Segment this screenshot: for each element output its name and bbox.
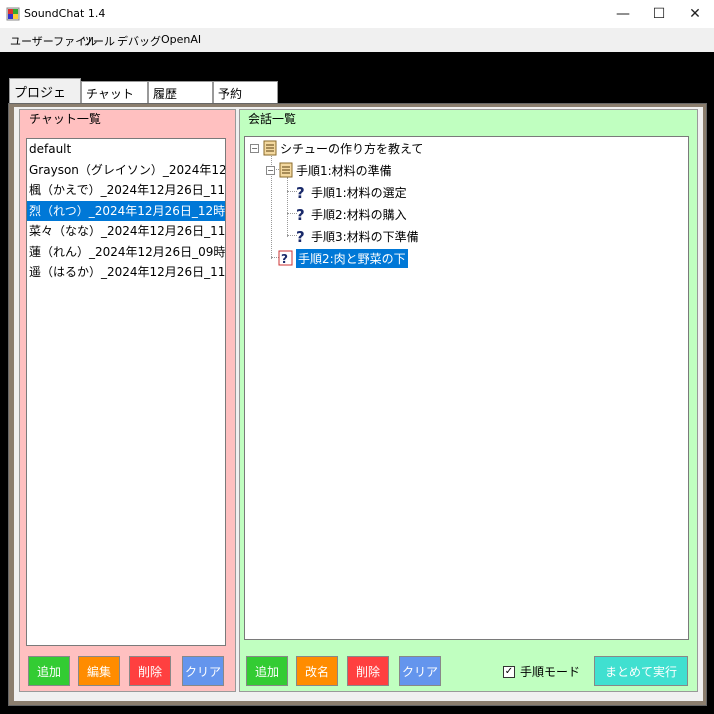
conversation-clear-button[interactable]: クリア — [399, 656, 441, 686]
svg-text:?: ? — [296, 184, 305, 200]
title-bar: SoundChat 1.4 — ☐ ✕ — [0, 0, 714, 28]
conversation-rename-button[interactable]: 改名 — [296, 656, 338, 686]
chat-list-panel: チャット一覧 default Grayson（グレイソン）_2024年12月26… — [19, 109, 236, 692]
list-item[interactable]: 菜々（なな）_2024年12月26日_11時30分 — [27, 221, 225, 242]
collapse-icon[interactable]: − — [266, 165, 275, 175]
minimize-icon: — — [616, 6, 630, 22]
list-item-selected[interactable]: 烈（れつ）_2024年12月26日_12時16分 — [27, 200, 225, 221]
app-icon — [6, 7, 20, 21]
close-icon: ✕ — [689, 6, 701, 22]
tree-node-label: 手順3:材料の下準備 — [311, 229, 419, 244]
chat-add-button[interactable]: 追加 — [28, 656, 70, 686]
svg-text:?: ? — [296, 228, 305, 244]
conversation-tree[interactable]: − シチューの作り方を教えて − 手順1:材料の準備 ? 手順1:材料の選定 ?… — [244, 136, 689, 640]
tab-schedule[interactable]: 予約 — [213, 81, 278, 103]
step-mode-toggle[interactable]: ✓ 手順モード — [503, 663, 580, 680]
tab-history[interactable]: 履歴 — [148, 81, 213, 103]
maximize-button[interactable]: ☐ — [641, 0, 677, 28]
list-item[interactable]: Grayson（グレイソン）_2024年12月26日 — [27, 160, 225, 181]
question-document-icon: ? — [278, 250, 293, 266]
document-icon — [263, 140, 277, 156]
minimize-button[interactable]: — — [605, 0, 641, 28]
question-icon: ? — [296, 206, 305, 222]
tree-node-label: シチューの作り方を教えて — [280, 141, 424, 156]
chat-edit-button[interactable]: 編集 — [78, 656, 120, 686]
maximize-icon: ☐ — [652, 6, 666, 22]
tree-node-label: 手順1:材料の準備 — [296, 163, 392, 178]
tree-node-step2-selected[interactable]: ? 手順2:肉と野菜の下 — [278, 248, 408, 268]
conversation-list-panel: 会話一覧 − シチューの作り方を教えて − 手順1:材料の準備 ? 手順1:材料… — [239, 109, 698, 692]
collapse-icon[interactable]: − — [250, 143, 259, 153]
app-window: SoundChat 1.4 — ☐ ✕ ユーザーファイル ツール デバッグ Op… — [0, 0, 714, 714]
tab-page-project: チャット一覧 default Grayson（グレイソン）_2024年12月26… — [8, 103, 707, 706]
list-item[interactable]: 楓（かえで）_2024年12月26日_11時28分 — [27, 180, 225, 201]
svg-text:?: ? — [281, 252, 288, 266]
tree-node-label: 手順2:材料の購入 — [311, 207, 407, 222]
tree-node-step1-child[interactable]: ? 手順2:材料の購入 — [293, 204, 407, 224]
tab-page-content: チャット一覧 default Grayson（グレイソン）_2024年12月26… — [14, 107, 703, 701]
conversation-list-title: 会話一覧 — [248, 112, 297, 126]
menu-tools[interactable]: ツール — [82, 33, 115, 49]
list-item[interactable]: 遥（はるか）_2024年12月26日_11時25分 — [27, 262, 225, 283]
tab-strip: プロジェクト チャット 履歴 予約 — [0, 78, 714, 120]
tab-chat[interactable]: チャット — [81, 81, 148, 103]
close-button[interactable]: ✕ — [677, 0, 713, 28]
chat-clear-button[interactable]: クリア — [182, 656, 224, 686]
tree-node-step1[interactable]: − 手順1:材料の準備 — [266, 160, 392, 180]
tree-node-step1-child[interactable]: ? 手順3:材料の下準備 — [293, 226, 419, 246]
menu-bar: ユーザーファイル ツール デバッグ OpenAI — [0, 28, 714, 52]
list-item[interactable]: default — [27, 139, 225, 160]
menu-openai[interactable]: OpenAI — [161, 33, 201, 46]
conversation-delete-button[interactable]: 削除 — [347, 656, 389, 686]
tree-node-label: 手順2:肉と野菜の下 — [296, 248, 408, 268]
list-item[interactable]: 蓮（れん）_2024年12月26日_09時46分 — [27, 242, 225, 263]
menu-debug[interactable]: デバッグ — [117, 33, 161, 49]
chat-delete-button[interactable]: 削除 — [129, 656, 171, 686]
tab-project[interactable]: プロジェクト — [9, 78, 81, 120]
svg-text:?: ? — [296, 206, 305, 222]
chat-list-title: チャット一覧 — [29, 112, 101, 126]
question-icon: ? — [296, 184, 305, 200]
tree-node-label: 手順1:材料の選定 — [311, 185, 407, 200]
chat-listbox[interactable]: default Grayson（グレイソン）_2024年12月26日 楓（かえで… — [26, 138, 226, 646]
tree-line — [287, 177, 288, 237]
step-mode-label: 手順モード — [520, 665, 581, 679]
window-title: SoundChat 1.4 — [24, 7, 106, 20]
question-icon: ? — [296, 228, 305, 244]
run-all-button[interactable]: まとめて実行 — [594, 656, 688, 686]
step-mode-checkbox[interactable]: ✓ — [503, 665, 515, 678]
tree-node-step1-child[interactable]: ? 手順1:材料の選定 — [293, 182, 407, 202]
document-icon — [279, 162, 293, 178]
tree-node-root[interactable]: − シチューの作り方を教えて — [250, 138, 423, 158]
conversation-add-button[interactable]: 追加 — [246, 656, 288, 686]
